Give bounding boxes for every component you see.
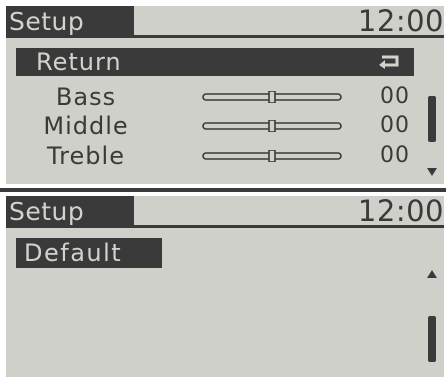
menu-item-return[interactable]: Return — [16, 48, 414, 76]
treble-label: Treble — [47, 142, 125, 170]
middle-value: 00 — [380, 113, 410, 138]
screen-title: Setup — [6, 196, 134, 228]
treble-slider[interactable] — [202, 150, 342, 162]
bass-row[interactable]: Bass 00 — [6, 83, 426, 111]
screen-divider — [0, 188, 446, 192]
setup-screen-default: Setup 12:00 Default — [6, 196, 444, 377]
scroll-up-arrow-icon — [427, 270, 437, 278]
default-button[interactable]: Default — [16, 238, 162, 268]
middle-row[interactable]: Middle 00 — [6, 112, 426, 140]
middle-slider-thumb — [268, 120, 276, 132]
bass-value: 00 — [380, 84, 410, 109]
scroll-down-arrow-icon — [427, 168, 437, 176]
middle-slider[interactable] — [202, 120, 342, 132]
bass-slider-thumb — [268, 91, 276, 103]
middle-label: Middle — [43, 112, 129, 140]
bass-slider[interactable] — [202, 91, 342, 103]
screen-title: Setup — [6, 6, 134, 38]
treble-value: 00 — [380, 143, 410, 168]
scrollbar-thumb — [428, 96, 436, 142]
menu-item-label: Return — [36, 48, 122, 76]
scrollbar[interactable] — [426, 268, 438, 368]
return-arrow-icon — [379, 55, 399, 69]
treble-row[interactable]: Treble 00 — [6, 142, 426, 170]
treble-slider-thumb — [268, 150, 276, 162]
setup-screen-tone: Setup 12:00 Return Bass 00 Middle 00 Tre… — [6, 6, 444, 184]
clock: 12:00 — [357, 6, 444, 38]
scrollbar[interactable] — [426, 92, 438, 178]
scrollbar-thumb — [428, 316, 436, 362]
clock: 12:00 — [357, 196, 444, 228]
bass-label: Bass — [55, 83, 117, 111]
